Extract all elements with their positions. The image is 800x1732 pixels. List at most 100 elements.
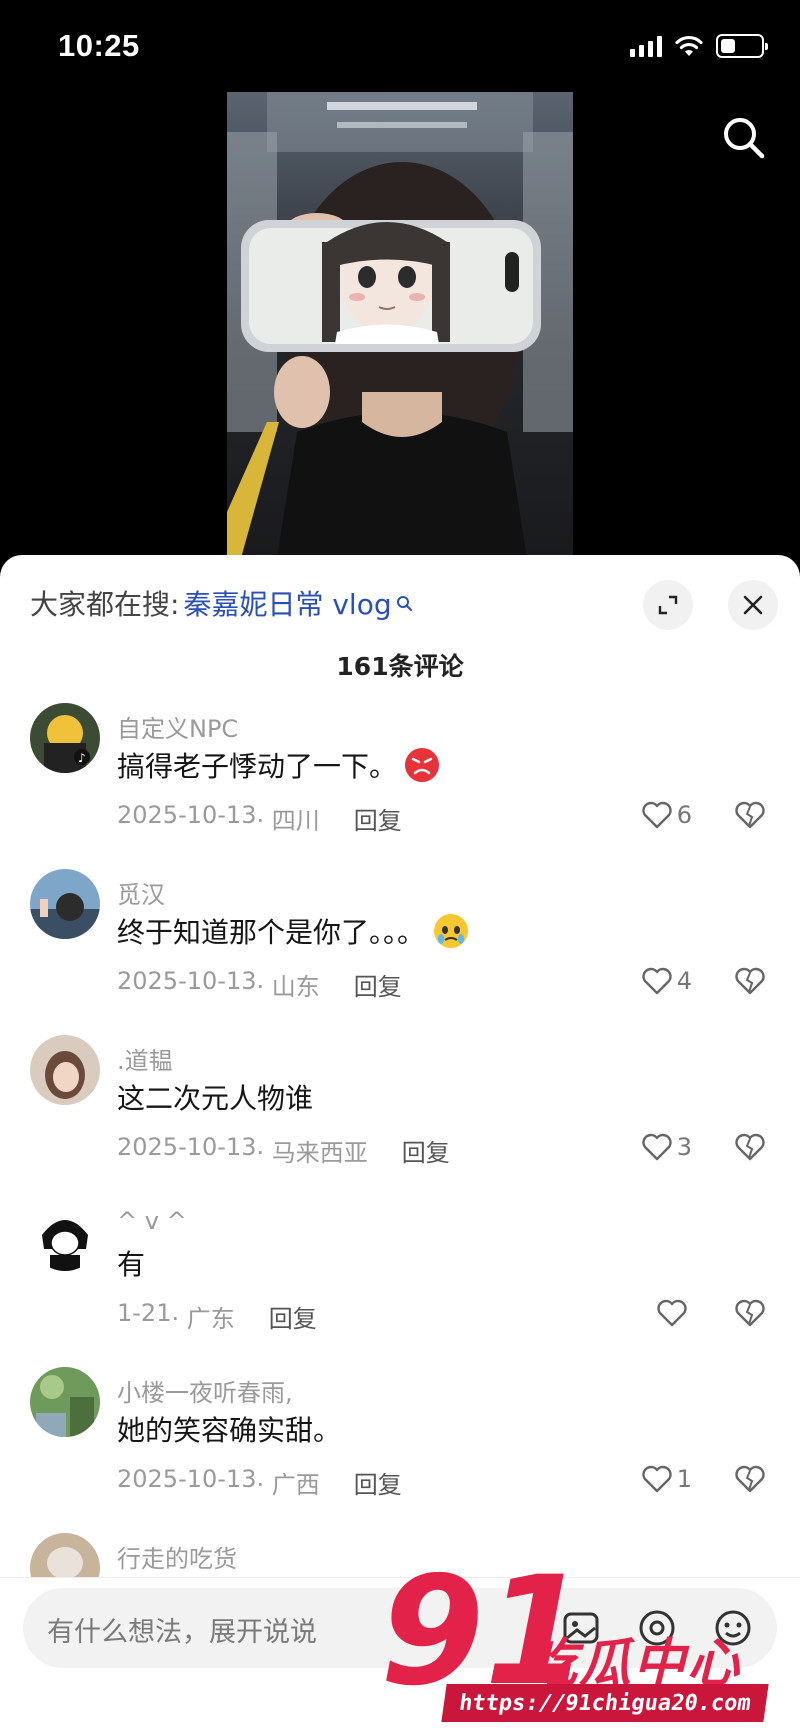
search-suggestion: 大家都在搜: 秦嘉妮日常 vlog xyxy=(30,583,412,623)
reply-button[interactable]: 回复 xyxy=(354,967,402,1002)
search-hint-prefix: 大家都在搜: xyxy=(30,588,180,621)
image-icon xyxy=(563,1612,599,1644)
like-count: 6 xyxy=(676,801,692,829)
search-small-icon xyxy=(396,596,412,611)
mention-button[interactable] xyxy=(637,1608,677,1648)
comment-author[interactable]: 小楼一夜听春雨, xyxy=(117,1373,293,1408)
reply-button[interactable]: 回复 xyxy=(354,1465,402,1500)
dislike-button[interactable] xyxy=(730,1293,770,1333)
comment-body: 终于知道那个是你了。。。 xyxy=(117,916,426,949)
at-icon xyxy=(639,1610,675,1646)
heart-icon xyxy=(657,1299,687,1327)
broken-heart-icon xyxy=(735,967,765,995)
comment-date: 1-21 xyxy=(117,1299,172,1327)
heart-icon xyxy=(642,1465,672,1493)
heart-icon xyxy=(642,801,672,829)
comment-item: 小楼一夜听春雨, 她的笑容确实甜。 2025-10-13 · 广西 回复 1 xyxy=(0,1367,800,1533)
like-count: 3 xyxy=(676,1133,692,1161)
comment-date: 2025-10-13 xyxy=(117,801,257,829)
status-time: 10:25 xyxy=(58,28,140,63)
broken-heart-icon xyxy=(735,801,765,829)
comment-input-bar: 有什么想法，展开说说 xyxy=(0,1577,800,1732)
comment-author[interactable]: .道韫 xyxy=(117,1041,173,1076)
comment-text: 这二次元人物谁 xyxy=(117,1077,313,1117)
avatar[interactable]: ♪ xyxy=(30,703,100,773)
like-button[interactable] xyxy=(656,1293,692,1333)
video-thumbnail xyxy=(227,92,573,558)
avatar[interactable] xyxy=(30,1367,100,1437)
status-bar: 10:25 xyxy=(0,0,800,92)
expand-button[interactable] xyxy=(643,580,693,630)
battery-icon xyxy=(716,34,768,58)
comment-author[interactable]: 行走的吃货 xyxy=(117,1539,237,1574)
comment-meta: 2025-10-13 · 四川 回复 xyxy=(117,801,402,836)
search-button[interactable] xyxy=(718,112,770,164)
like-button[interactable]: 6 xyxy=(641,795,692,835)
comment-item: ♪ 自定义NPC 搞得老子悸动了一下。 2025-10-13 · 四川 回复 6 xyxy=(0,703,800,869)
comment-text: 搞得老子悸动了一下。 xyxy=(117,745,441,785)
comment-meta: 1-21 · 广东 回复 xyxy=(117,1299,317,1334)
input-actions xyxy=(561,1608,753,1648)
teary-face-emoji xyxy=(434,914,469,948)
comment-body: 有 xyxy=(117,1248,146,1281)
emoji-button[interactable] xyxy=(713,1608,753,1648)
comment-body: 搞得老子悸动了一下。 xyxy=(117,750,398,783)
comment-item: .道韫 这二次元人物谁 2025-10-13 · 马来西亚 回复 3 xyxy=(0,1035,800,1201)
heart-icon xyxy=(642,967,672,995)
reply-button[interactable]: 回复 xyxy=(354,801,402,836)
reply-button[interactable]: 回复 xyxy=(269,1299,317,1334)
video-player[interactable] xyxy=(0,92,800,558)
signal-icon xyxy=(630,35,662,57)
comment-author[interactable]: 自定义NPC xyxy=(117,709,238,744)
expand-icon xyxy=(658,595,678,615)
broken-heart-icon xyxy=(735,1299,765,1327)
avatar[interactable] xyxy=(30,869,100,939)
dislike-button[interactable] xyxy=(730,961,770,1001)
like-button[interactable]: 3 xyxy=(641,1127,692,1167)
comment-location: · 山东 xyxy=(256,973,320,1001)
svg-text:♪: ♪ xyxy=(78,751,86,765)
heart-icon xyxy=(642,1133,672,1161)
dislike-button[interactable] xyxy=(730,795,770,835)
comment-text: 有 xyxy=(117,1243,145,1283)
angry-face-emoji xyxy=(405,748,440,782)
comment-meta: 2025-10-13 · 马来西亚 回复 xyxy=(117,1133,450,1168)
reply-button[interactable]: 回复 xyxy=(402,1133,450,1168)
close-button[interactable] xyxy=(728,580,778,630)
comment-author[interactable]: 觅汉 xyxy=(117,875,165,910)
comment-location: · 四川 xyxy=(256,807,320,835)
dislike-button[interactable] xyxy=(730,1127,770,1167)
comment-date: 2025-10-13 xyxy=(117,1465,257,1493)
search-keyword-link[interactable]: 秦嘉妮日常 vlog xyxy=(183,583,391,623)
input-placeholder: 有什么想法，展开说说 xyxy=(47,1617,317,1648)
comment-text: 终于知道那个是你了。。。 xyxy=(117,911,471,951)
wifi-icon xyxy=(675,35,703,56)
comment-input[interactable]: 有什么想法，展开说说 xyxy=(23,1588,777,1668)
comment-body: 她的笑容确实甜。 xyxy=(117,1414,342,1447)
like-button[interactable]: 4 xyxy=(641,961,692,1001)
status-icons xyxy=(630,34,768,58)
comment-meta: 2025-10-13 · 广西 回复 xyxy=(117,1465,402,1500)
avatar[interactable] xyxy=(30,1201,100,1271)
image-button[interactable] xyxy=(561,1608,601,1648)
broken-heart-icon xyxy=(735,1133,765,1161)
comment-date: 2025-10-13 xyxy=(117,967,257,995)
video-image xyxy=(227,92,573,558)
close-icon xyxy=(743,595,763,615)
comment-item: 觅汉 终于知道那个是你了。。。 2025-10-13 · 山东 回复 4 xyxy=(0,869,800,1035)
like-count: 1 xyxy=(676,1465,692,1493)
comment-count: 161条评论 xyxy=(336,652,464,681)
comment-location: · 马来西亚 xyxy=(256,1139,368,1167)
dislike-button[interactable] xyxy=(730,1459,770,1499)
comment-meta: 2025-10-13 · 山东 回复 xyxy=(117,967,402,1002)
comment-text: 她的笑容确实甜。 xyxy=(117,1409,341,1449)
broken-heart-icon xyxy=(735,1465,765,1493)
like-button[interactable]: 1 xyxy=(641,1459,692,1499)
comment-sheet: 大家都在搜: 秦嘉妮日常 vlog 161条评论 ♪ 自定义NPC 搞得老子悸动… xyxy=(0,555,800,1732)
smiley-icon xyxy=(715,1610,751,1646)
comment-author[interactable]: ^ v ^ xyxy=(117,1207,187,1235)
comment-body: 这二次元人物谁 xyxy=(117,1082,314,1115)
avatar[interactable] xyxy=(30,1035,100,1105)
comment-item: ^ v ^ 有 1-21 · 广东 回复 xyxy=(0,1201,800,1367)
comment-date: 2025-10-13 xyxy=(117,1133,257,1161)
